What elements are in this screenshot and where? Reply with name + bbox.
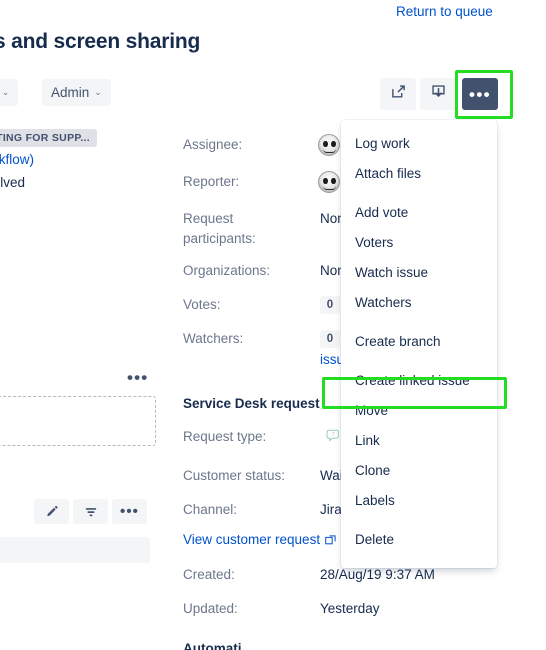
service-desk-field-value: Wai xyxy=(320,468,343,483)
filter-icon xyxy=(84,505,98,519)
pencil-icon xyxy=(45,505,59,519)
menu-item-link[interactable]: Link xyxy=(341,425,497,455)
admin-dropdown-label: Admin xyxy=(51,85,90,100)
menu-item-clone[interactable]: Clone xyxy=(341,455,497,485)
share-button[interactable] xyxy=(380,78,416,110)
ellipsis-icon: ••• xyxy=(119,502,140,520)
detail-field-label: Votes: xyxy=(183,297,221,312)
resolution-text: resolved xyxy=(0,175,26,190)
export-button[interactable] xyxy=(420,78,456,110)
menu-separator xyxy=(341,188,497,197)
service-desk-field-label: Customer status: xyxy=(183,468,286,483)
chevron-down-icon: ⌄ xyxy=(1,87,10,97)
menu-separator xyxy=(341,317,497,326)
menu-item-delete[interactable]: Delete xyxy=(341,524,497,554)
view-customer-request-link[interactable]: View customer request xyxy=(183,532,336,547)
issue-detail-page: Return to queue s and screen sharing w ⌄… xyxy=(0,0,546,650)
date-field-label: Updated: xyxy=(183,601,238,616)
avatar[interactable] xyxy=(318,134,340,156)
more-actions-button[interactable]: ••• xyxy=(462,78,498,110)
svg-text:?: ? xyxy=(332,432,335,438)
date-field-value: Yesterday xyxy=(320,601,380,616)
view-customer-request-label: View customer request xyxy=(183,532,321,547)
return-to-queue-link[interactable]: Return to queue xyxy=(396,4,493,19)
description-dropzone[interactable] xyxy=(0,396,156,446)
menu-item-attach-files[interactable]: Attach files xyxy=(341,158,497,188)
menu-item-add-vote[interactable]: Add vote xyxy=(341,197,497,227)
chevron-down-icon: ⌄ xyxy=(94,87,102,97)
export-download-icon xyxy=(431,84,446,104)
detail-field-label: Watchers: xyxy=(183,331,244,346)
detail-field-label: participants: xyxy=(183,231,256,246)
service-desk-field-label: Request type: xyxy=(183,429,267,444)
detail-field-label: Assignee: xyxy=(183,137,243,152)
menu-item-labels[interactable]: Labels xyxy=(341,485,497,515)
view-dropdown-button[interactable]: w ⌄ xyxy=(0,79,19,106)
external-link-icon xyxy=(325,534,336,545)
page-title: s and screen sharing xyxy=(0,30,201,53)
menu-item-create-linked-issue[interactable]: Create linked issue xyxy=(341,365,497,395)
activity-more-actions-button[interactable]: ••• xyxy=(112,499,147,524)
ellipsis-icon: ••• xyxy=(468,84,492,104)
detail-field-label: Reporter: xyxy=(183,174,240,189)
status-badge[interactable]: AITING FOR SUPP... xyxy=(0,129,97,147)
menu-separator xyxy=(341,356,497,365)
description-more-actions-button[interactable]: ••• xyxy=(127,369,148,386)
avatar[interactable] xyxy=(318,171,340,193)
request-type-icon: ? xyxy=(326,429,342,443)
service-desk-heading: Service Desk request xyxy=(183,396,320,411)
more-actions-menu[interactable]: Log work Attach files Add vote Voters Watch … xyxy=(341,120,497,568)
menu-item-watchers[interactable]: Watchers xyxy=(341,287,497,317)
detail-field-label: Organizations: xyxy=(183,263,271,278)
view-workflow-link[interactable]: ew workflow) xyxy=(0,152,34,167)
count-badge: 0 xyxy=(320,296,340,314)
share-icon xyxy=(391,84,406,104)
menu-item-voters[interactable]: Voters xyxy=(341,227,497,257)
menu-item-move[interactable]: Move xyxy=(341,395,497,425)
activity-edit-button[interactable] xyxy=(34,499,69,524)
menu-item-create-branch[interactable]: Create branch xyxy=(341,326,497,356)
detail-field-label: Request xyxy=(183,211,234,226)
menu-item-log-work[interactable]: Log work xyxy=(341,128,497,158)
service-desk-field-label: Channel: xyxy=(183,502,238,517)
comment-box-placeholder[interactable] xyxy=(0,537,150,563)
menu-item-watch-issue[interactable]: Watch issue xyxy=(341,257,497,287)
automation-heading: Automati xyxy=(183,641,242,650)
activity-filter-button[interactable] xyxy=(73,499,108,524)
count-badge: 0 xyxy=(320,330,340,348)
date-field-value: 28/Aug/19 9:37 AM xyxy=(320,567,435,582)
admin-dropdown-button[interactable]: Admin ⌄ xyxy=(42,79,111,106)
date-field-label: Created: xyxy=(183,567,235,582)
service-desk-field-value: Jira xyxy=(320,502,342,517)
menu-separator xyxy=(341,515,497,524)
